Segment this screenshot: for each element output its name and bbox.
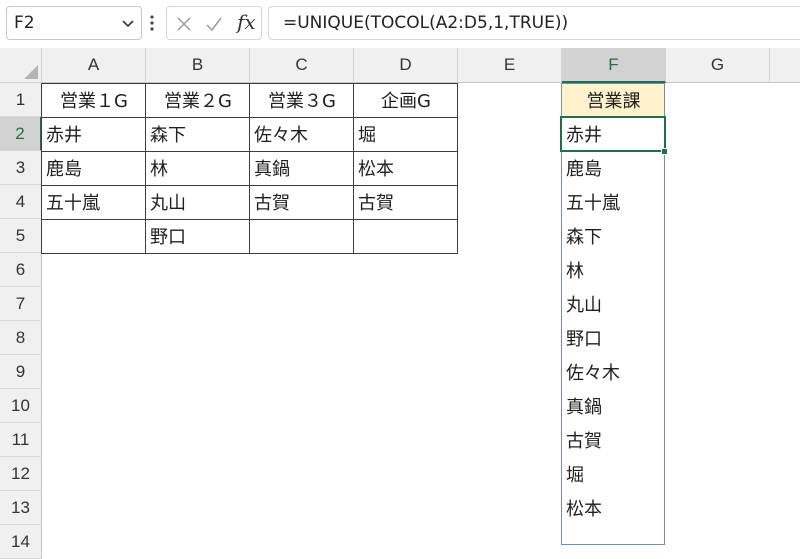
cell-a4[interactable]: 五十嵐	[42, 185, 146, 219]
cell-f6[interactable]: 林	[562, 253, 665, 287]
cell-f4[interactable]: 五十嵐	[562, 185, 665, 219]
row-header-5[interactable]: 5	[0, 219, 42, 253]
cell-f1[interactable]: 営業課	[562, 83, 665, 117]
row-header-14[interactable]: 14	[0, 525, 42, 559]
cell-f5[interactable]: 森下	[562, 219, 665, 253]
cell-f11[interactable]: 古賀	[562, 423, 665, 457]
cell-f12[interactable]: 堀	[562, 457, 665, 491]
cell-f10[interactable]: 真鍋	[562, 389, 665, 423]
enter-check-icon[interactable]	[205, 15, 223, 33]
row-header-7[interactable]: 7	[0, 287, 42, 321]
select-all-button[interactable]	[0, 48, 42, 83]
cell-c3[interactable]: 真鍋	[250, 151, 354, 185]
insert-function-button[interactable]: fx	[237, 10, 256, 34]
cancel-icon[interactable]	[175, 15, 193, 33]
cell-f8[interactable]: 野口	[562, 321, 665, 355]
column-header-d[interactable]: D	[354, 48, 458, 83]
column-header-a[interactable]: A	[42, 48, 146, 83]
column-header-c[interactable]: C	[250, 48, 354, 83]
more-options-icon[interactable]	[149, 14, 155, 32]
formula-bar: F2 fx =UNIQUE(TOCOL(A2:D5,1,TRUE))	[0, 0, 800, 48]
row-header-13[interactable]: 13	[0, 491, 42, 525]
cell-c5[interactable]	[250, 219, 354, 253]
cell-f7[interactable]: 丸山	[562, 287, 665, 321]
row-header-1[interactable]: 1	[0, 83, 42, 117]
cell-a5[interactable]	[42, 219, 146, 253]
row-header-8[interactable]: 8	[0, 321, 42, 355]
cell-a2[interactable]: 赤井	[42, 117, 146, 151]
cell-b2[interactable]: 森下	[146, 117, 250, 151]
formula-text: =UNIQUE(TOCOL(A2:D5,1,TRUE))	[283, 13, 569, 33]
cell-d1[interactable]: 企画G	[354, 83, 458, 117]
name-box-value: F2	[14, 13, 35, 33]
cell-f9[interactable]: 佐々木	[562, 355, 665, 389]
cell-b1[interactable]: 営業２G	[146, 83, 250, 117]
formula-buttons: fx	[166, 6, 262, 40]
row-header-11[interactable]: 11	[0, 423, 42, 457]
fill-handle[interactable]	[661, 148, 668, 155]
cell-a3[interactable]: 鹿島	[42, 151, 146, 185]
row-header-10[interactable]: 10	[0, 389, 42, 423]
cell-f3[interactable]: 鹿島	[562, 151, 665, 185]
column-header-f[interactable]: F	[562, 48, 666, 83]
row-header-2[interactable]: 2	[0, 117, 42, 151]
select-all-triangle-icon	[24, 65, 38, 79]
column-header-b[interactable]: B	[146, 48, 250, 83]
cell-d3[interactable]: 松本	[354, 151, 458, 185]
row-header-12[interactable]: 12	[0, 457, 42, 491]
name-box[interactable]: F2	[6, 6, 142, 40]
row-header-4[interactable]: 4	[0, 185, 42, 219]
row-header-3[interactable]: 3	[0, 151, 42, 185]
cell-c4[interactable]: 古賀	[250, 185, 354, 219]
column-header-g[interactable]: G	[666, 48, 770, 83]
cell-a1[interactable]: 営業１G	[42, 83, 146, 117]
cell-b5[interactable]: 野口	[146, 219, 250, 253]
cell-f2[interactable]: 赤井	[562, 117, 665, 151]
column-header-e[interactable]: E	[458, 48, 562, 83]
row-header-6[interactable]: 6	[0, 253, 42, 287]
column-header-h[interactable]	[770, 48, 800, 83]
row-header-9[interactable]: 9	[0, 355, 42, 389]
cell-f13[interactable]: 松本	[562, 491, 665, 525]
formula-input[interactable]: =UNIQUE(TOCOL(A2:D5,1,TRUE))	[268, 6, 800, 40]
cell-d5[interactable]	[354, 219, 458, 253]
cell-b4[interactable]: 丸山	[146, 185, 250, 219]
chevron-down-icon[interactable]	[121, 16, 135, 30]
cell-c1[interactable]: 営業３G	[250, 83, 354, 117]
cell-d2[interactable]: 堀	[354, 117, 458, 151]
cell-d4[interactable]: 古賀	[354, 185, 458, 219]
cell-c2[interactable]: 佐々木	[250, 117, 354, 151]
worksheet-grid[interactable]: A B C D E F G 1 2 3 4 5 6 7 8 9 10 11 12…	[0, 48, 800, 559]
cell-b3[interactable]: 林	[146, 151, 250, 185]
